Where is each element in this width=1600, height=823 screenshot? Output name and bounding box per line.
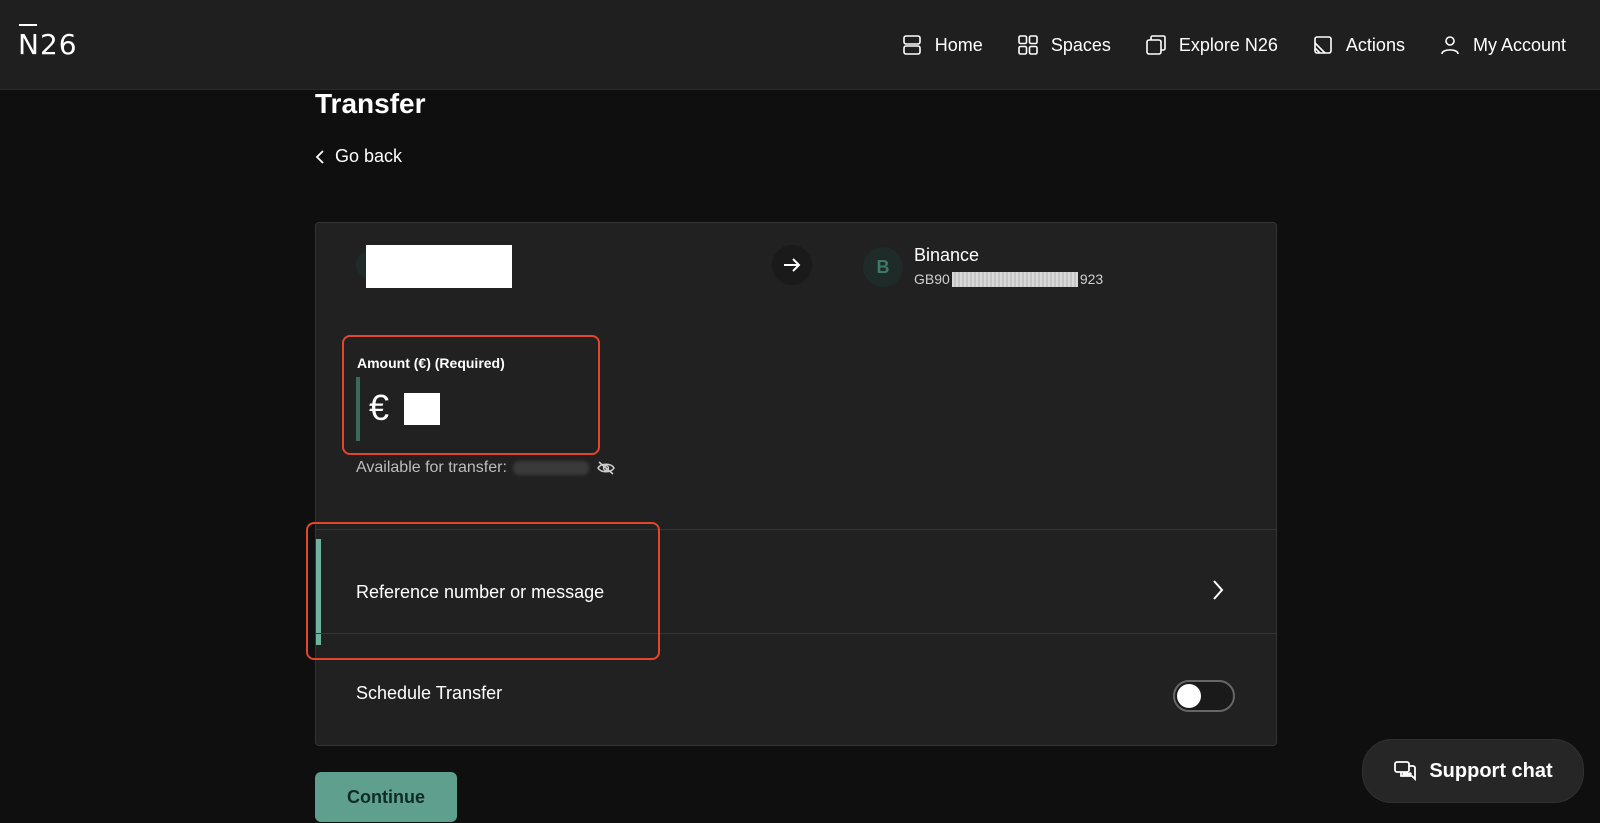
- divider: [316, 633, 1276, 634]
- reference-row[interactable]: Reference number or message: [316, 539, 1276, 645]
- reference-label: Reference number or message: [356, 582, 605, 602]
- available-amount-hidden: [512, 461, 589, 475]
- nav-actions[interactable]: Actions: [1312, 34, 1405, 56]
- arrow-right-icon: [784, 258, 801, 272]
- iban-redacted: [951, 271, 1078, 287]
- iban-prefix: GB90: [914, 271, 950, 287]
- toggle-knob: [1177, 684, 1201, 708]
- spaces-icon: [1018, 35, 1038, 55]
- chevron-left-icon: [315, 149, 324, 164]
- explore-icon: [1146, 35, 1166, 55]
- available-label: Available for transfer:: [356, 459, 507, 476]
- amount-label: Amount (€) (Required): [357, 355, 505, 371]
- schedule-transfer-toggle[interactable]: [1173, 680, 1235, 712]
- nav-actions-label: Actions: [1345, 34, 1405, 55]
- amount-section: Amount (€) (Required) €: [342, 335, 600, 455]
- recipient-avatar: B: [863, 247, 903, 287]
- divider: [316, 529, 1276, 530]
- amount-field: €: [356, 377, 556, 441]
- home-icon: [902, 35, 921, 55]
- amount-input[interactable]: [404, 393, 440, 425]
- main-nav: Home Spaces Explore N26 Actions My Accou…: [901, 0, 1600, 90]
- logo-text: N26: [18, 28, 78, 61]
- recipient-iban: GB90 923: [914, 271, 1103, 287]
- available-balance: Available for transfer:: [356, 459, 615, 477]
- nav-explore[interactable]: Explore N26: [1145, 34, 1278, 56]
- currency-symbol: €: [369, 387, 390, 428]
- transfer-card: B Binance GB90 923 Amount (€) (Required)…: [315, 222, 1277, 746]
- schedule-transfer-label: Schedule Transfer: [356, 683, 503, 703]
- nav-home-label: Home: [934, 34, 983, 55]
- chat-icon: [1394, 761, 1417, 782]
- chevron-right-icon: [1213, 580, 1224, 600]
- sender-name-redacted: [366, 245, 512, 288]
- eye-off-icon[interactable]: [597, 461, 615, 475]
- top-navigation-bar: N26 Home Spaces Explore N26 Actions My A…: [0, 0, 1600, 90]
- support-chat-button[interactable]: Support chat: [1362, 739, 1584, 803]
- iban-suffix: 923: [1079, 271, 1104, 287]
- recipient-name: Binance: [914, 245, 980, 265]
- continue-button[interactable]: Continue: [315, 772, 457, 822]
- nav-explore-label: Explore N26: [1178, 34, 1278, 55]
- nav-spaces-label: Spaces: [1050, 34, 1111, 55]
- n26-logo[interactable]: N26: [18, 24, 78, 61]
- transfer-direction: [772, 245, 812, 285]
- support-chat-label: Support chat: [1429, 759, 1553, 782]
- go-back-link[interactable]: Go back: [315, 146, 402, 167]
- actions-icon: [1314, 36, 1332, 54]
- reference-accent: [316, 539, 321, 645]
- go-back-label: Go back: [335, 146, 403, 166]
- nav-my-account-label: My Account: [1472, 34, 1566, 55]
- account-icon: [1441, 36, 1459, 55]
- page-title: Transfer: [315, 88, 426, 119]
- nav-spaces[interactable]: Spaces: [1017, 34, 1111, 56]
- nav-my-account[interactable]: My Account: [1439, 34, 1566, 56]
- nav-home[interactable]: Home: [901, 34, 983, 56]
